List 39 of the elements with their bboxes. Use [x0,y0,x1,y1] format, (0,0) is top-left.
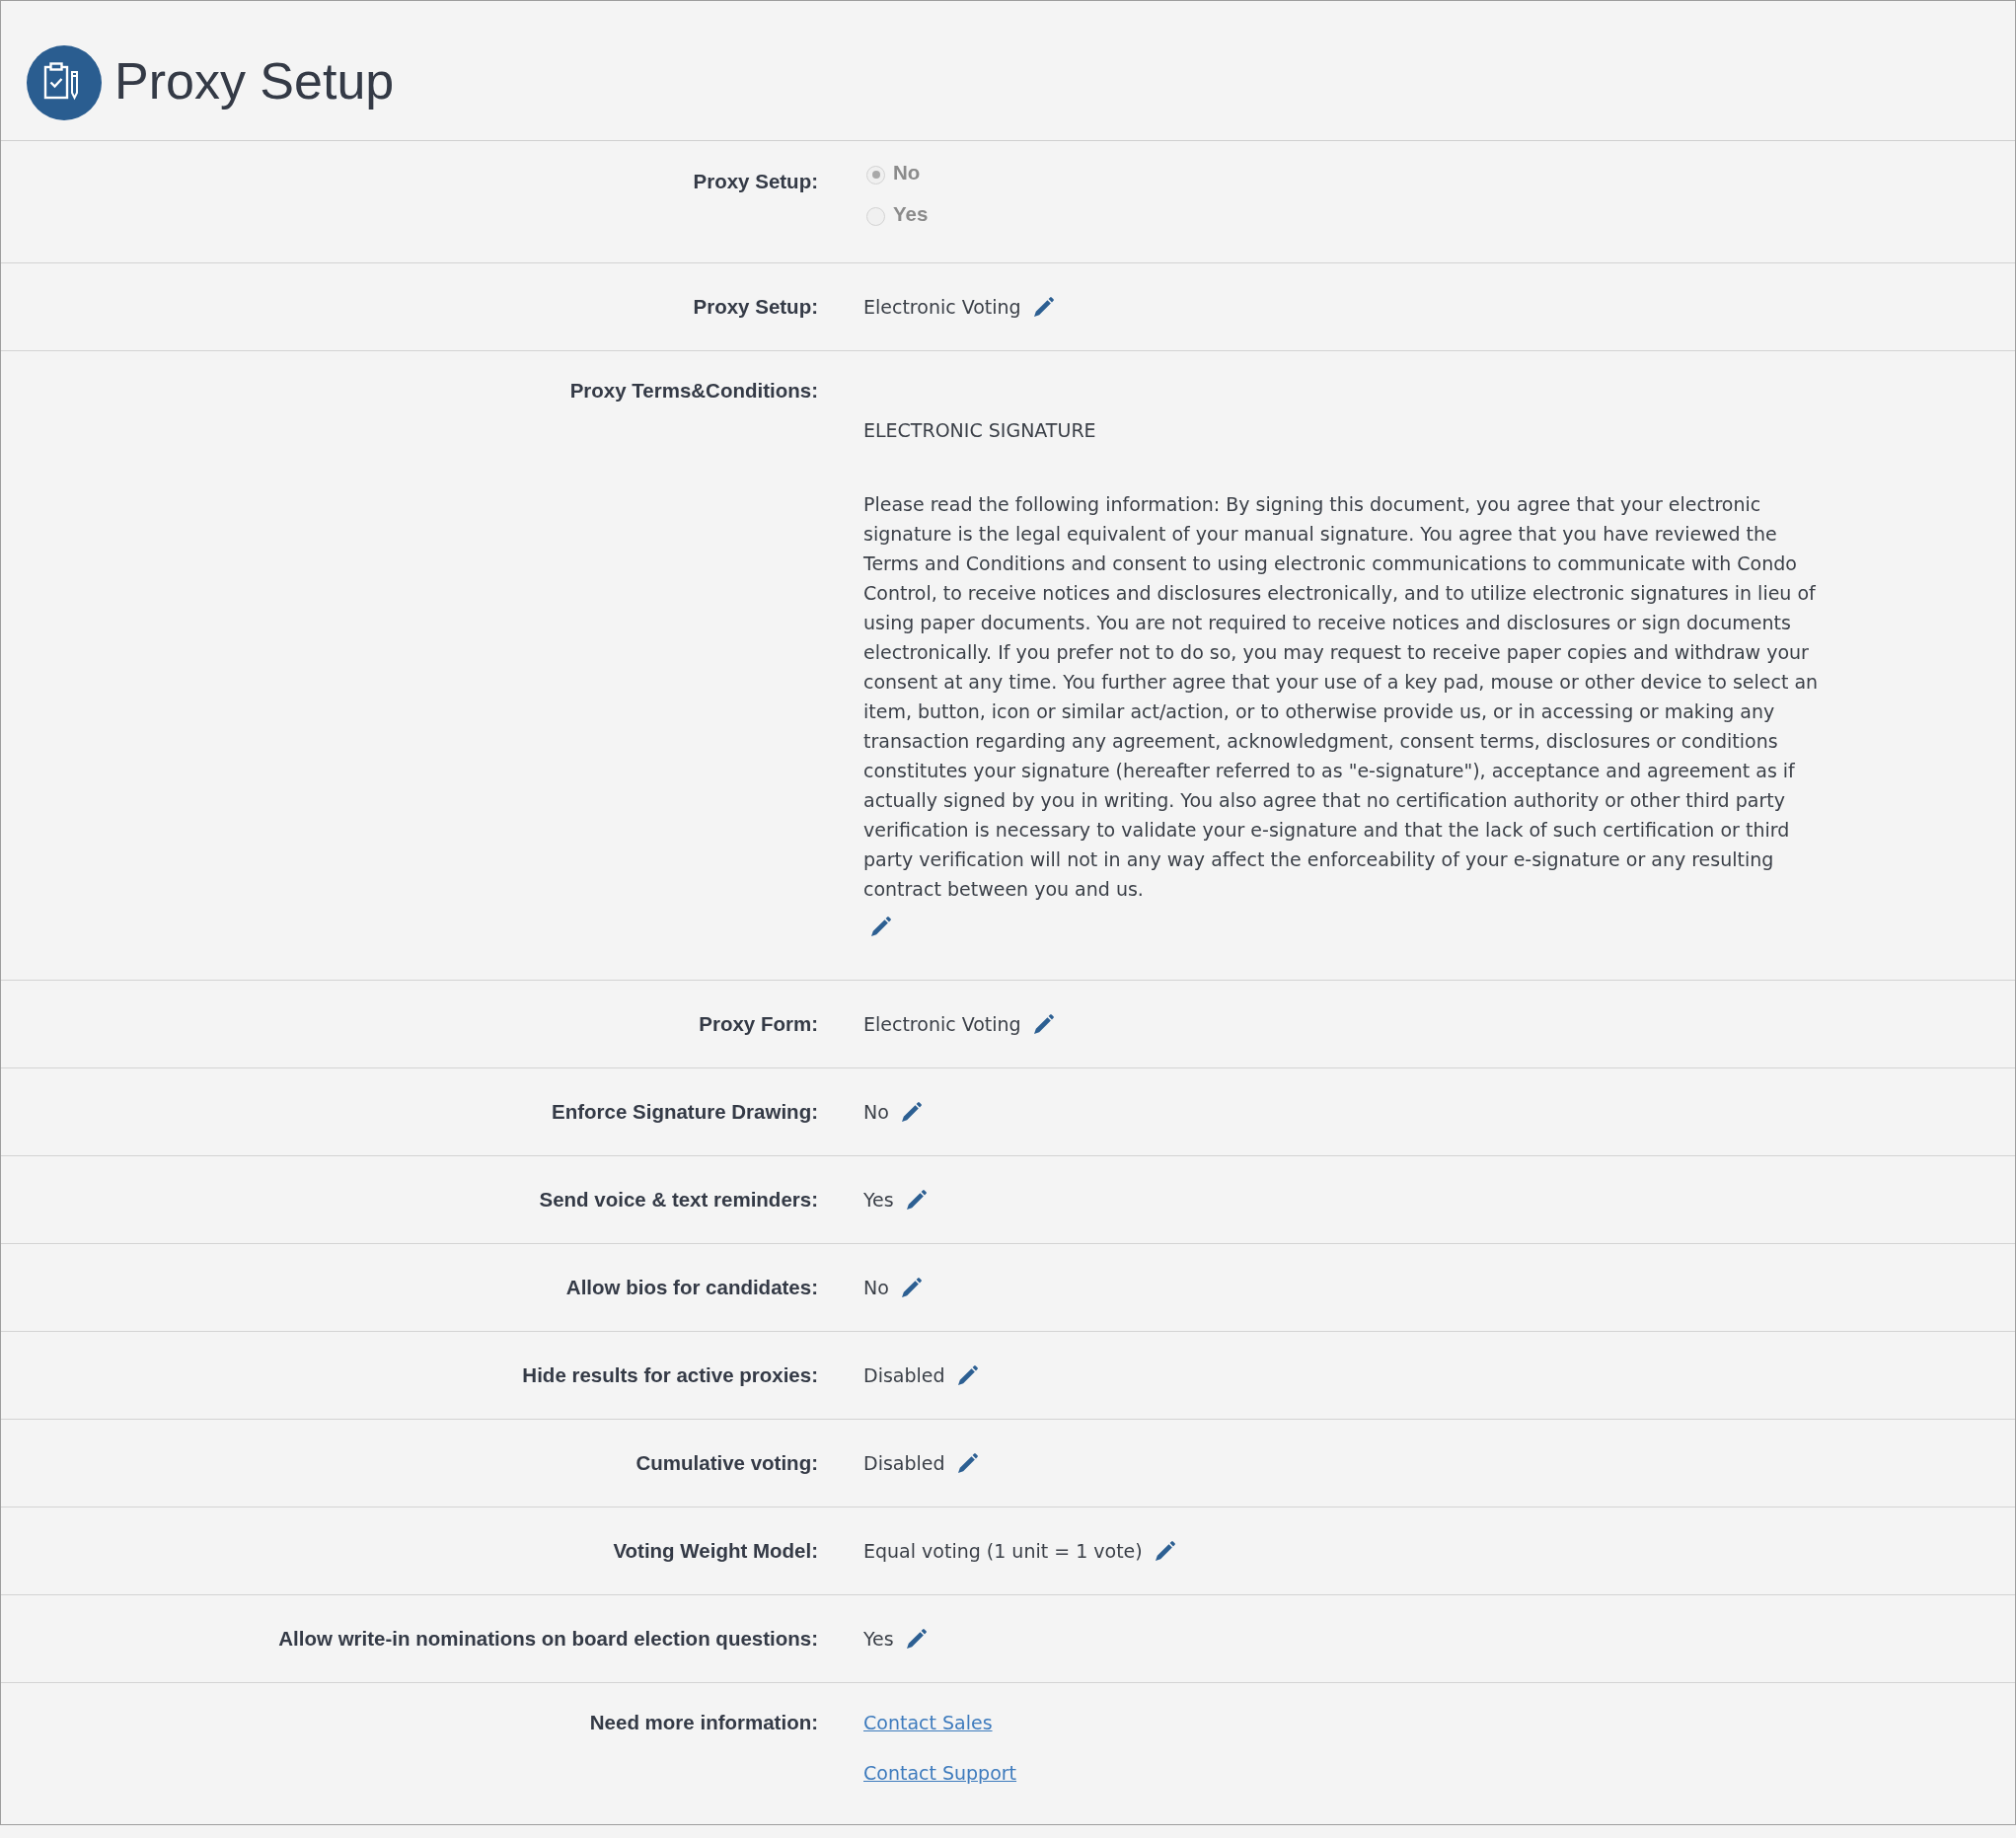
clipboard-icon [27,44,102,120]
field-value: No [863,1100,889,1125]
pencil-icon[interactable] [1033,297,1054,317]
pencil-icon[interactable] [871,917,891,936]
field-label: Hide results for active proxies: [522,1363,818,1386]
field-label: Proxy Terms&Conditions: [569,379,818,402]
field-value: Disabled [863,1451,945,1476]
field-label: Send voice & text reminders: [539,1188,818,1211]
pencil-icon[interactable] [1033,1014,1054,1034]
page-title: Proxy Setup [114,54,395,110]
field-value: Electronic Voting [863,1012,1021,1037]
pencil-icon[interactable] [901,1102,922,1122]
field-label: Cumulative voting: [635,1451,818,1474]
field-label: Allow bios for candidates: [565,1276,818,1298]
field-label: Proxy Setup: [693,295,818,318]
pencil-icon[interactable] [901,1278,922,1297]
contact-link[interactable]: Contact Sales [863,1712,993,1733]
field-label: Proxy Setup: [693,170,818,192]
terms-text: Please read the following information: By signing this document, you agree that your electronic signature is the legal equivalent of your manual signature. You agree that you have reviewed the Terms and Conditions and consent to using electronic communications to communicate with Condo Control, to receive notices and disclosures electronically, and to utilize electronic signatures in lieu of using paper documents. You are not required to receive notices and disclosures or sign documents electronically. If you prefer not to do so, you may request to receive paper copies and withdraw your consent at any time. You further agree that your use of a key pad, mouse or other device to select an item, button, icon or similar act/action, or to otherwise provide us, or in accessing or making any transaction regarding any agreement, acknowledgment, consent terms, disclosures or conditions constitutes your signature (hereafter referred to as "e-signature"), acceptance and agreement as if actually signed by you in writing. You also agree that no certification authority or other third party verification is necessary to validate your e-signature and that the lack of such certification or third party verification will not in any way affect the enforceability of your e-signature or any resulting contract between you and us. [863,492,1820,902]
terms-heading: ELECTRONIC SIGNATURE [863,419,1096,441]
pencil-icon[interactable] [1155,1541,1175,1561]
field-value: Equal voting (1 unit = 1 vote) [863,1539,1143,1564]
field-label: Need more information: [589,1711,818,1733]
pencil-icon[interactable] [957,1365,978,1385]
field-value: Yes [863,1188,894,1213]
radio-label: No [893,160,921,185]
pencil-icon[interactable] [906,1190,927,1210]
field-label: Enforce Signature Drawing: [552,1100,818,1123]
field-value: Electronic Voting [863,295,1021,320]
field-value: No [863,1276,889,1300]
field-value: Yes [863,1627,894,1652]
pencil-icon[interactable] [957,1453,978,1473]
pencil-icon[interactable] [906,1629,927,1649]
field-label: Voting Weight Model: [613,1539,818,1562]
contact-link[interactable]: Contact Support [863,1762,1017,1784]
field-label: Proxy Form: [699,1012,818,1035]
field-value: Disabled [863,1363,945,1388]
field-label: Allow write-in nominations on board election questions: [278,1627,818,1650]
radio-label: Yes [893,201,929,227]
